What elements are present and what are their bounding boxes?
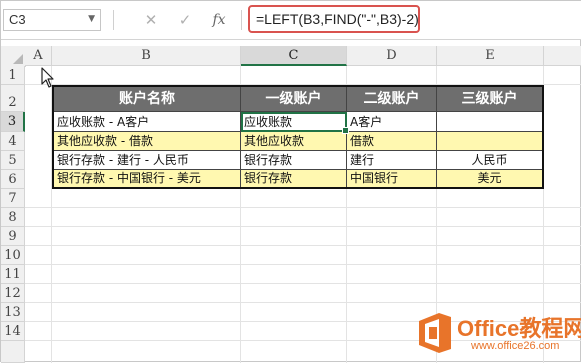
column-header-d[interactable]: D — [347, 46, 437, 66]
spreadsheet-window: C3 ▼ ✕ ✓ fx =LEFT(B3,FIND("-",B3)-2) A B… — [0, 0, 581, 363]
cell-c5[interactable]: 银行存款 — [241, 151, 347, 170]
gridline — [25, 283, 581, 284]
header-cell-level2[interactable]: 二级账户 — [347, 87, 437, 112]
row-header-8[interactable]: 8 — [1, 208, 25, 227]
column-header-a[interactable]: A — [25, 46, 52, 66]
header-cell-level3[interactable]: 三级账户 — [437, 87, 542, 112]
row-header-4[interactable]: 4 — [1, 132, 25, 151]
watermark: Office教程网 www.office26.com — [413, 309, 581, 361]
formula-bar: C3 ▼ ✕ ✓ fx =LEFT(B3,FIND("-",B3)-2) — [1, 1, 581, 40]
cell-d6[interactable]: 中国银行 — [347, 170, 437, 187]
row-header-5[interactable]: 5 — [1, 151, 25, 170]
cell-b6[interactable]: 银行存款 - 中国银行 - 美元 — [54, 170, 241, 187]
row-header-12[interactable]: 12 — [1, 284, 25, 303]
name-box[interactable]: C3 ▼ — [3, 9, 101, 31]
watermark-url: www.office26.com — [471, 340, 560, 352]
cell-d5[interactable]: 建行 — [347, 151, 437, 170]
cancel-icon[interactable]: ✕ — [139, 9, 163, 31]
cell-d4[interactable]: 借款 — [347, 132, 437, 151]
header-cell-account-name[interactable]: 账户名称 — [54, 87, 241, 112]
header-cell-level1[interactable]: 一级账户 — [241, 87, 347, 112]
chevron-down-icon[interactable]: ▼ — [88, 14, 95, 24]
insert-function-icon[interactable]: fx — [207, 9, 231, 31]
column-header-b[interactable]: B — [52, 46, 241, 66]
gridline — [25, 207, 581, 208]
cell-b3[interactable]: 应收账款 - A客户 — [54, 112, 241, 132]
gridline — [25, 245, 581, 246]
row-header-9[interactable]: 9 — [1, 227, 25, 246]
mouse-cursor-icon — [41, 67, 54, 88]
gridline — [25, 264, 581, 265]
column-header-c[interactable]: C — [241, 46, 347, 66]
cell-e4[interactable] — [437, 132, 542, 151]
office-logo-icon — [419, 313, 451, 353]
gridline — [25, 302, 581, 303]
row-header-14[interactable]: 14 — [1, 322, 25, 341]
row-header-3[interactable]: 3 — [1, 112, 25, 132]
column-header-e[interactable]: E — [437, 46, 544, 66]
cell-c6[interactable]: 银行存款 — [241, 170, 347, 187]
watermark-title: Office教程网 — [457, 316, 581, 341]
row-header-2[interactable]: 2 — [1, 85, 25, 112]
row-header-13[interactable]: 13 — [1, 303, 25, 322]
row-header-7[interactable]: 7 — [1, 189, 25, 208]
select-all-corner[interactable] — [1, 46, 26, 67]
cell-e3[interactable] — [437, 112, 542, 132]
formula-bar-divider — [241, 10, 242, 30]
cell-e5[interactable]: 人民币 — [437, 151, 542, 170]
cell-d3[interactable]: A客户 — [347, 112, 437, 132]
name-box-value: C3 — [9, 12, 26, 27]
cell-c4[interactable]: 其他应收款 — [241, 132, 347, 151]
formula-input[interactable]: =LEFT(B3,FIND("-",B3)-2) — [248, 5, 420, 33]
row-header-11[interactable]: 11 — [1, 265, 25, 284]
active-cell-selection[interactable] — [241, 112, 349, 134]
formula-text: =LEFT(B3,FIND("-",B3)-2) — [256, 11, 419, 27]
row-header-1[interactable]: 1 — [1, 66, 25, 85]
cell-b4[interactable]: 其他应收款 - 借款 — [54, 132, 241, 151]
formula-bar-divider — [113, 10, 114, 30]
column-header-blank — [544, 46, 581, 66]
cell-e6[interactable]: 美元 — [437, 170, 542, 187]
row-header-6[interactable]: 6 — [1, 170, 25, 189]
row-header-15 — [1, 341, 25, 363]
row-header-10[interactable]: 10 — [1, 246, 25, 265]
confirm-icon[interactable]: ✓ — [173, 9, 197, 31]
cell-b5[interactable]: 银行存款 - 建行 - 人民币 — [54, 151, 241, 170]
gridline — [25, 226, 581, 227]
